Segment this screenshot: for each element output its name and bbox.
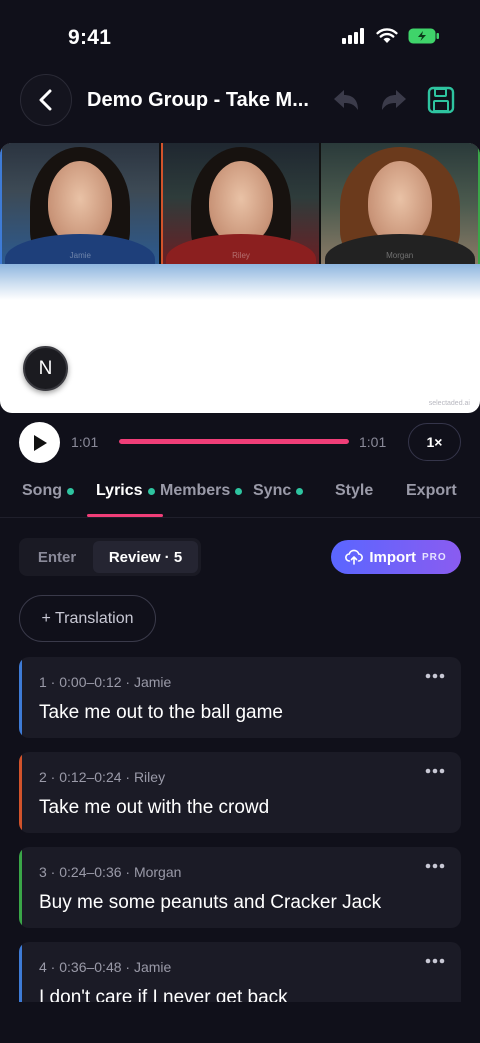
member-color-bar [19, 847, 22, 928]
member-portrait: Jamie [0, 143, 159, 264]
wifi-icon [376, 28, 398, 43]
more-icon[interactable] [425, 863, 445, 869]
back-button[interactable] [20, 74, 72, 126]
tab-label: Style [335, 482, 374, 499]
tab-label: Members [160, 482, 231, 499]
progress-fill [119, 439, 349, 444]
done-dot-icon [296, 487, 304, 495]
lyric-meta: 3 · 0:24–0:36 · Morgan [39, 864, 182, 880]
watermark: selectaded.ai [428, 400, 470, 407]
member-color-bar [19, 942, 22, 1002]
lyric-text: Buy me some peanuts and Cracker Jack [39, 892, 382, 913]
tab-lyrics[interactable]: Lyrics [96, 482, 155, 500]
segment-enter[interactable]: Enter [23, 541, 91, 573]
tab-song[interactable]: Song [22, 482, 74, 500]
member-color-bar [19, 752, 22, 833]
tab-members[interactable]: Members [160, 482, 243, 500]
lyric-text: I don't care if I never get back [39, 987, 288, 1002]
import-button[interactable]: Import PRO [331, 540, 461, 574]
portrait-name: Jamie [69, 251, 91, 260]
more-icon[interactable] [425, 958, 445, 964]
chevron-left-icon [39, 89, 52, 111]
more-icon[interactable] [425, 673, 445, 679]
nav-bar: Demo Group - Take M... [0, 74, 480, 128]
redo-icon[interactable] [380, 88, 408, 114]
portrait-name: Morgan [386, 251, 414, 260]
n-badge[interactable]: N [23, 346, 68, 391]
lyric-meta: 4 · 0:36–0:48 · Jamie [39, 959, 172, 975]
member-portrait: Riley [160, 143, 320, 264]
lyric-card[interactable]: 3 · 0:24–0:36 · Morgan Buy me some peanu… [19, 847, 461, 928]
status-time: 9:41 [68, 26, 112, 49]
lyrics-list: 1 · 0:00–0:12 · Jamie Take me out to the… [19, 657, 461, 1002]
segment-review[interactable]: Review · 5 [93, 541, 198, 573]
lyric-text: Take me out to the ball game [39, 702, 283, 723]
mode-segmented-control: Enter Review · 5 [19, 538, 201, 576]
step-tabs: Song Lyrics Members Sync Style Export [0, 472, 480, 518]
play-button[interactable] [19, 422, 60, 463]
preview-background [0, 264, 480, 300]
play-icon [33, 434, 47, 451]
member-color-bar [19, 657, 22, 738]
pro-badge: PRO [422, 551, 447, 563]
done-dot-icon [235, 487, 243, 495]
tab-sync[interactable]: Sync [253, 482, 304, 500]
lyric-meta: 2 · 0:12–0:24 · Riley [39, 769, 166, 785]
total-time: 1:01 [359, 434, 387, 450]
tab-label: Lyrics [96, 482, 143, 499]
speed-button[interactable]: 1× [408, 423, 461, 461]
lyric-card[interactable]: 4 · 0:36–0:48 · Jamie I don't care if I … [19, 942, 461, 1002]
lyric-text: Take me out with the crowd [39, 797, 270, 818]
tab-style[interactable]: Style [335, 482, 373, 500]
active-tab-indicator [87, 514, 163, 517]
member-portraits: Jamie Riley Morgan [0, 143, 480, 264]
undo-icon[interactable] [332, 88, 360, 114]
battery-icon [408, 28, 439, 44]
import-label: Import [369, 548, 416, 566]
member-portrait: Morgan [321, 143, 480, 264]
tab-label: Song [22, 482, 62, 499]
lyric-meta: 1 · 0:00–0:12 · Jamie [39, 674, 172, 690]
lyric-card[interactable]: 1 · 0:00–0:12 · Jamie Take me out to the… [19, 657, 461, 738]
video-preview[interactable]: Jamie Riley Morgan N selectaded.ai [0, 143, 480, 413]
cloud-upload-icon [345, 549, 364, 565]
progress-bar[interactable] [119, 439, 349, 444]
save-icon[interactable] [427, 86, 455, 114]
tab-export[interactable]: Export [406, 482, 457, 500]
done-dot-icon [67, 487, 74, 495]
signal-icon [342, 28, 364, 44]
current-time: 1:01 [71, 434, 99, 450]
tab-label: Export [406, 482, 457, 499]
status-bar: 9:41 [0, 0, 480, 80]
add-translation-button[interactable]: + Translation [19, 595, 156, 642]
portrait-name: Riley [232, 251, 250, 260]
lyric-card[interactable]: 2 · 0:12–0:24 · Riley Take me out with t… [19, 752, 461, 833]
tab-label: Sync [253, 482, 292, 499]
status-icons [342, 28, 440, 44]
player-controls: 1:01 1:01 1× [0, 421, 480, 463]
more-icon[interactable] [425, 768, 445, 774]
done-dot-icon [147, 487, 155, 495]
page-title: Demo Group - Take M... [87, 89, 309, 111]
